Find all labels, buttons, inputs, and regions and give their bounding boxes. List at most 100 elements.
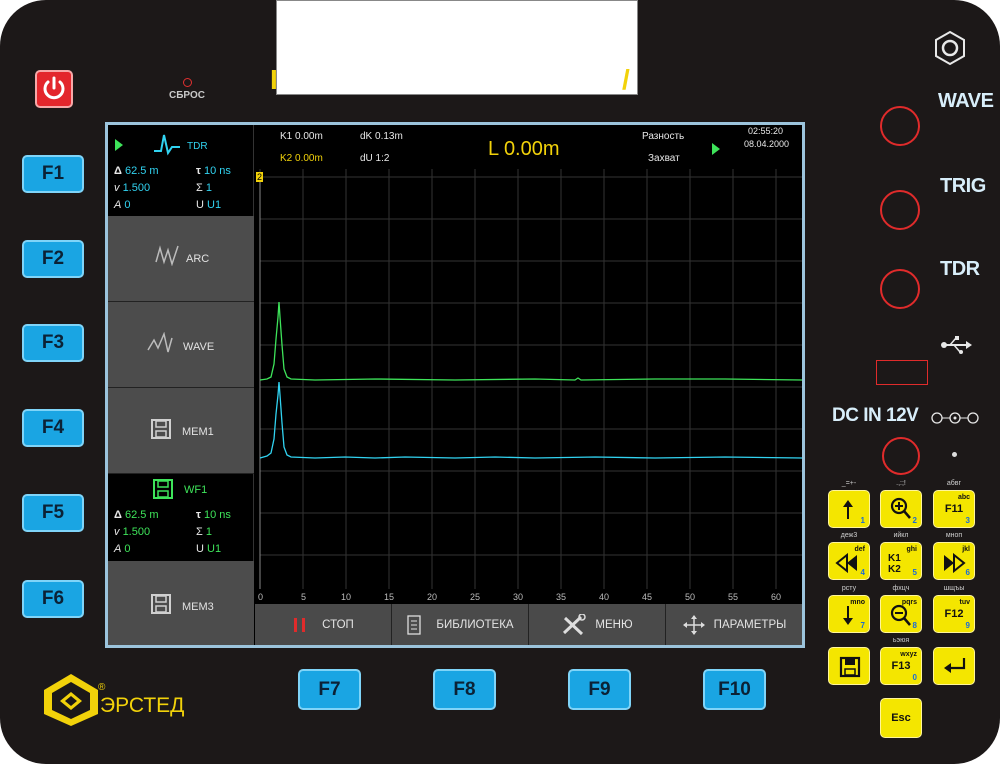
clock-date: 08.04.2000 <box>744 139 790 149</box>
f6-button[interactable]: F6 <box>22 580 84 618</box>
parameters-label: ПАРАМЕТРЫ <box>713 619 787 631</box>
x-tick: 5 <box>301 592 306 602</box>
f9-button[interactable]: F9 <box>568 669 631 710</box>
dc-polarity-icon <box>931 412 979 424</box>
power-button[interactable] <box>35 70 73 108</box>
device-body: I / СБРОС F1 F2 F3 F4 F5 F6 F7 F8 F9 F10… <box>0 0 1000 764</box>
key-digit: 0 <box>912 673 917 682</box>
library-label: БИБЛИОТЕКА <box>436 619 514 631</box>
trig-connector <box>880 190 920 230</box>
x-tick: 40 <box>599 592 609 602</box>
f2-button[interactable]: F2 <box>22 240 84 278</box>
f1-button[interactable]: F1 <box>22 155 84 193</box>
redacted-box <box>276 0 638 95</box>
f7-button[interactable]: F7 <box>298 669 361 710</box>
trace-green <box>259 301 802 381</box>
stop-button[interactable]: СТОП <box>255 604 391 645</box>
x-tick: 20 <box>427 592 437 602</box>
cursor-k2-readout: K2 0.00m <box>280 153 323 164</box>
trace-cyan <box>259 381 802 459</box>
x-axis-ticks: 0 5 10 15 20 25 30 35 40 45 50 55 60 <box>258 592 781 602</box>
key-9-alt-label: шщъы <box>943 585 965 592</box>
reset-indicator-icon <box>182 78 192 87</box>
key-f12-9[interactable]: tuv F12 9 <box>933 595 975 633</box>
cursor-k1-readout: K1 0.00m <box>280 131 323 142</box>
save-icon <box>839 656 861 678</box>
play-icon <box>115 139 123 151</box>
key-letters: wxyz <box>900 651 917 658</box>
stop-label: СТОП <box>322 619 354 631</box>
mode-diff-label: Разность <box>642 131 685 142</box>
key-f13-0[interactable]: wxyz F13 0 <box>880 647 922 685</box>
key-left-4[interactable]: def 4 <box>828 542 870 580</box>
key-digit: 1 <box>860 516 865 525</box>
menu-label: МЕНЮ <box>595 619 633 631</box>
tdr-panel[interactable]: TDR Δ 62.5 m τ 10 ns v 1.500 Σ 1 A 0 U U… <box>108 125 254 216</box>
distance-readout: L 0.00m <box>488 138 560 160</box>
key-up-1[interactable]: 1 <box>828 490 870 528</box>
x-tick: 35 <box>556 592 566 602</box>
key-letters: jkl <box>962 546 970 553</box>
brand-name: ЭРСТЕД <box>100 694 185 717</box>
x-tick: 55 <box>728 592 738 602</box>
save-icon <box>151 419 171 439</box>
library-button[interactable]: БИБЛИОТЕКА <box>391 604 528 645</box>
panel-mem1[interactable]: MEM1 <box>108 388 254 474</box>
key-enter[interactable] <box>933 647 975 685</box>
waveform-plot: 0 5 10 15 20 25 30 35 40 45 50 55 60 <box>258 169 802 602</box>
key-label: F13 <box>891 660 911 672</box>
key-f11-3[interactable]: abc F11 3 <box>933 490 975 528</box>
key-zoom-in-2[interactable]: 2 <box>880 490 922 528</box>
reset-button[interactable]: СБРОС <box>155 78 219 101</box>
key-digit: 9 <box>965 621 970 630</box>
tdr-tau-value: 10 ns <box>203 165 231 177</box>
library-icon <box>407 615 422 635</box>
du-readout: dU 1:2 <box>360 153 390 164</box>
panel-wf1[interactable]: WF1 Δ 62.5 m τ 10 ns v 1.500 Σ 1 A 0 U U… <box>108 474 254 561</box>
clock-time: 02:55:20 <box>748 126 784 136</box>
key-5-alt-label: ийкл <box>893 532 909 539</box>
wf1-sigma-value: 1 <box>205 526 212 538</box>
key-zoom-out-8[interactable]: pqrs 8 <box>880 595 922 633</box>
parameters-button[interactable]: ПАРАМЕТРЫ <box>665 604 802 645</box>
arrow-up-icon <box>843 500 853 519</box>
panel-mem1-label: MEM1 <box>182 426 214 438</box>
tdr-u-value: U1 <box>207 199 222 211</box>
panel-wave[interactable]: WAVE <box>108 302 254 388</box>
key-right-6[interactable]: jkl 6 <box>933 542 975 580</box>
tdr-sigma-value: 1 <box>205 182 212 194</box>
panel-mem3[interactable]: MEM3 <box>108 561 254 645</box>
wave-connector <box>880 106 920 146</box>
key-3-alt-label: абвг <box>946 480 962 487</box>
panel-arc[interactable]: ARC <box>108 216 254 302</box>
wave-label: WAVE <box>938 90 994 112</box>
tdr-v-value: 1.500 <box>122 182 151 194</box>
key-k1k2-5[interactable]: ghi K1 K2 5 <box>880 542 922 580</box>
key-label: F11 <box>944 503 964 515</box>
key-digit: 6 <box>965 568 970 577</box>
key-down-7[interactable]: mno 7 <box>828 595 870 633</box>
key-label-k2: K2 <box>888 564 901 575</box>
tdr-label: TDR <box>940 258 980 280</box>
wf1-u-value: U1 <box>207 543 222 555</box>
f8-button[interactable]: F8 <box>433 669 496 710</box>
esc-label: Esc <box>891 712 911 724</box>
panel-wave-label: WAVE <box>183 341 215 353</box>
f4-button[interactable]: F4 <box>22 409 84 447</box>
f10-button[interactable]: F10 <box>703 669 766 710</box>
run-indicator-icon <box>712 143 720 155</box>
save-icon <box>153 479 173 499</box>
x-tick: 10 <box>341 592 351 602</box>
key-save[interactable] <box>828 647 870 685</box>
x-tick: 45 <box>642 592 652 602</box>
zoom-out-icon <box>890 604 911 626</box>
f5-button[interactable]: F5 <box>22 494 84 532</box>
esc-key[interactable]: Esc <box>880 698 922 738</box>
f3-button[interactable]: F3 <box>22 324 84 362</box>
forward-right-icon <box>944 553 966 573</box>
key-digit: 8 <box>912 621 917 630</box>
menu-button[interactable]: МЕНЮ <box>528 604 665 645</box>
enter-icon <box>944 658 966 673</box>
cursor-marker[interactable]: 2 <box>256 172 264 182</box>
key-label-k1: K1 <box>888 553 901 564</box>
